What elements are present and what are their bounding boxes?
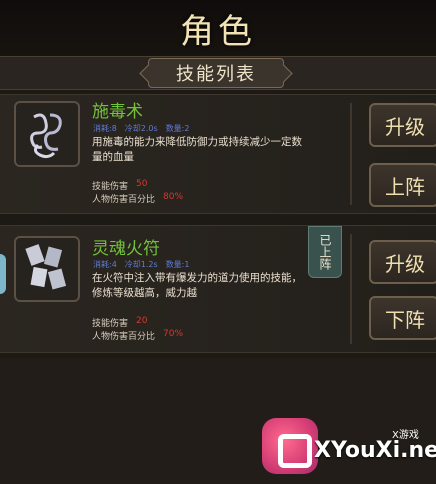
skill-description: 用施毒的能力来降低防御力或持续减少一定数量的血量	[92, 136, 302, 163]
skill-icon-frame[interactable]	[14, 101, 80, 167]
skill-damage-value: 20	[136, 316, 148, 326]
gamepad-logo-icon	[262, 418, 318, 474]
upgrade-button[interactable]: 升级	[369, 103, 436, 147]
char-damage-label: 人物伤害百分比	[92, 332, 156, 342]
char-damage-label: 人物伤害百分比	[92, 195, 156, 205]
section-title-plate: 技能列表	[148, 58, 284, 88]
unequip-button[interactable]: 下阵	[369, 296, 436, 340]
skill-damage-label: 技能伤害	[92, 319, 129, 329]
skill-name: 灵魂火符	[92, 239, 160, 259]
equipped-badge: 已上阵	[308, 226, 342, 278]
talisman-cards-icon	[25, 244, 67, 290]
skill-damage-row: 技能伤害 20	[92, 316, 147, 329]
skill-icon-frame[interactable]	[14, 236, 80, 302]
skill-cooldown: 冷却1.2s	[124, 260, 158, 269]
char-damage-row: 人物伤害百分比 70%	[92, 329, 183, 342]
card-divider	[350, 103, 352, 205]
skill-count: 数量:1	[165, 260, 190, 269]
skill-stats: 消耗:4 冷却1.2s 数量:1	[93, 259, 189, 270]
skill-card[interactable]: 施毒术 消耗:8 冷却2.0s 数量:2 用施毒的能力来降低防御力或持续减少一定…	[0, 94, 436, 214]
skill-cost: 消耗:4	[93, 260, 117, 269]
skill-card[interactable]: 灵魂火符 消耗:4 冷却1.2s 数量:1 在火符中注入带有爆发力的道力使用的技…	[0, 225, 436, 353]
char-damage-row: 人物伤害百分比 80%	[92, 192, 183, 205]
skill-cost: 消耗:8	[93, 124, 117, 133]
poison-swirl-icon	[30, 113, 62, 159]
page-title: 角色	[180, 11, 256, 52]
skill-description: 在火符中注入带有爆发力的道力使用的技能，修炼等级越高，威力越	[92, 272, 302, 299]
skill-cooldown: 冷却2.0s	[124, 124, 158, 133]
char-damage-value: 80%	[163, 192, 184, 202]
char-damage-value: 70%	[163, 329, 184, 339]
watermark-brand: XYouXi.net	[314, 438, 436, 463]
skill-name: 施毒术	[92, 102, 143, 122]
equip-button[interactable]: 上阵	[369, 163, 436, 207]
skill-stats: 消耗:8 冷却2.0s 数量:2	[93, 123, 189, 134]
skill-damage-row: 技能伤害 50	[92, 179, 147, 192]
skill-count: 数量:2	[165, 124, 190, 133]
header-bar: 角色	[0, 0, 436, 56]
side-tab-indicator[interactable]	[0, 254, 6, 294]
watermark: X游戏 XYouXi.net	[262, 400, 436, 484]
card-divider	[350, 234, 352, 344]
skill-damage-label: 技能伤害	[92, 182, 129, 192]
section-title: 技能列表	[176, 64, 256, 85]
upgrade-button[interactable]: 升级	[369, 240, 436, 284]
skill-damage-value: 50	[136, 179, 148, 189]
